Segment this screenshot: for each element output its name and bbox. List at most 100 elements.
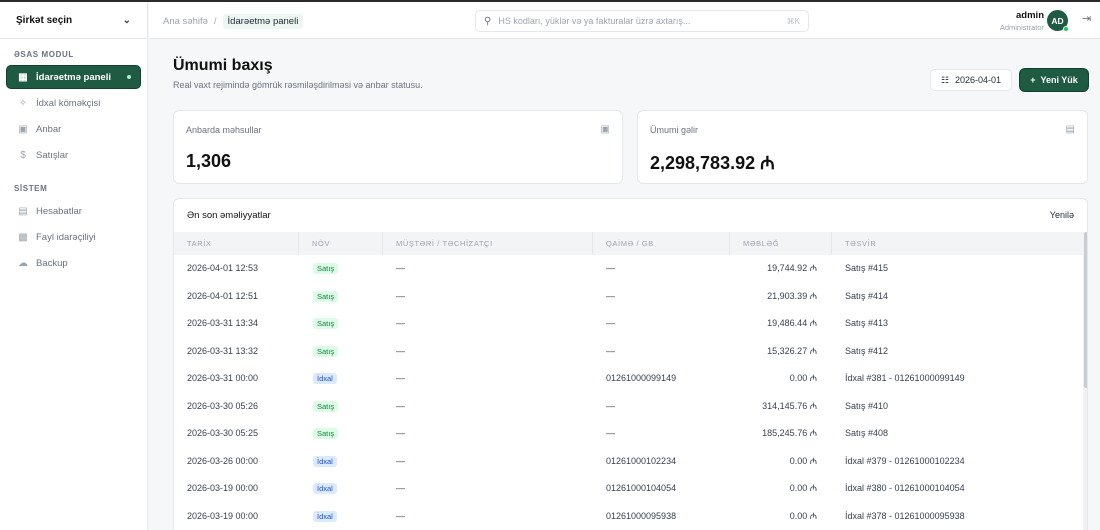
company-selector[interactable]: Şirkət seçin ⌄ [0, 2, 147, 39]
table-row[interactable]: 2026-04-01 12:53 Satış — — 19,744.92 ₼ Satış … [174, 255, 1083, 283]
logout-icon[interactable]: ⇥ [1082, 12, 1091, 25]
archive-icon: ▣ [18, 123, 28, 135]
cell-invoice: — [606, 428, 615, 438]
cell-type: Satış [313, 310, 339, 338]
avatar-initials: AD [1051, 15, 1064, 26]
user-info[interactable]: admin Administrator [1000, 10, 1044, 32]
stat-card-income: Ümumi gəlir 2,298,783.92 ₼ ▤ [637, 110, 1088, 184]
table-row[interactable]: 2026-03-30 05:25 Satış — — 185,245.76 ₼ Satış… [174, 420, 1083, 448]
company-selector-label: Şirkət seçin [16, 14, 73, 26]
column-header-party[interactable]: MÜŞTƏRİ / TƏCHİZATÇI [383, 232, 593, 255]
cell-party: — [396, 345, 405, 356]
cell-invoice: — [606, 263, 615, 273]
sparkle-icon: ✧ [18, 97, 28, 109]
cell-party: — [396, 483, 405, 493]
column-header-type[interactable]: NÖV [299, 232, 383, 255]
column-header-amount[interactable]: MƏBLƏĞ [730, 232, 832, 255]
document-icon: ▤ [18, 205, 28, 217]
sidebar-section-title: SİSTEM [14, 184, 48, 193]
cell-type: Satış [313, 338, 339, 366]
sidebar-item-sales[interactable]: $ Satışlar [7, 144, 140, 166]
sidebar-item-import-assistant[interactable]: ✧ İdxal köməkçisi [7, 92, 140, 114]
date-picker-button[interactable]: ☷ 2026-04-01 [930, 69, 1012, 91]
cell-date: 2026-03-31 00:00 [187, 373, 259, 383]
cell-date: 2026-03-30 05:26 [187, 400, 259, 411]
cell-description: Satış #414 [845, 290, 889, 301]
user-name: admin [1016, 10, 1044, 21]
cell-type: Satış [313, 283, 339, 311]
cell-invoice: — [606, 318, 615, 328]
refresh-button[interactable]: Yenilə [1050, 210, 1074, 220]
sidebar-item-label: Fayl idarəçiliyi [36, 231, 96, 243]
table-row[interactable]: 2026-04-01 12:51 Satış — — 21,903.39 ₼ Satış … [174, 283, 1083, 311]
sidebar-item-dashboard[interactable]: ▦ İdarəetmə paneli [7, 66, 140, 88]
cell-party: — [396, 318, 405, 328]
cell-invoice: — [606, 400, 615, 411]
user-role: Administrator [999, 23, 1044, 32]
type-badge: İdxal [313, 373, 337, 385]
breadcrumb-separator: / [213, 16, 217, 27]
chevron-down-icon: ⌄ [122, 14, 131, 26]
cell-description: İdxal #379 - 01261000102234 [845, 455, 965, 466]
cell-description: İdxal #380 - 01261000104054 [845, 483, 965, 493]
cell-amount: 0.00 ₼ [789, 455, 817, 466]
active-indicator-dot [127, 75, 131, 79]
cell-amount: 0.00 ₼ [789, 510, 817, 521]
column-header-description[interactable]: TƏSVİR [832, 232, 1083, 255]
new-load-button[interactable]: + Yeni Yük [1020, 69, 1088, 91]
archive-icon: ▣ [600, 124, 610, 135]
new-load-label: Yeni Yük [1040, 75, 1078, 85]
cell-amount: 21,903.39 ₼ [767, 290, 817, 301]
table-row[interactable]: 2026-03-30 05:26 Satış — — 314,145.76 ₼ Satış… [174, 393, 1083, 421]
recent-transactions-card: Ən son əməliyyatlar Yenilə TARİX NÖV MÜŞ… [173, 198, 1088, 530]
sidebar-item-warehouse[interactable]: ▣ Anbar [7, 118, 140, 140]
cell-amount: 15,326.27 ₼ [767, 345, 817, 356]
avatar[interactable]: AD [1047, 10, 1069, 32]
table-title: Ən son əməliyyatlar [187, 210, 271, 221]
cell-type: Satış [313, 255, 339, 283]
cell-party: — [396, 290, 405, 301]
type-badge: Satış [313, 290, 339, 302]
dollar-icon: $ [20, 149, 26, 161]
column-header-invoice[interactable]: QAİMƏ / GB [593, 232, 730, 255]
main-content: Ümumi baxış Real vaxt rejimində gömrük r… [149, 40, 1100, 530]
cell-party: — [396, 400, 405, 411]
table-row[interactable]: 2026-03-31 13:34 Satış — — 19,486.44 ₼ Satış … [174, 310, 1083, 338]
sidebar-item-backup[interactable]: ☁ Backup [7, 252, 140, 274]
cell-amount: 314,145.76 ₼ [762, 400, 817, 411]
cell-description: Satış #408 [845, 428, 889, 438]
cell-type: İdxal [313, 475, 337, 503]
type-badge: İdxal [313, 483, 337, 495]
cell-description: İdxal #378 - 01261000095938 [845, 510, 965, 521]
cell-invoice: 01261000104054 [606, 483, 677, 493]
online-status-dot [1063, 26, 1069, 32]
scrollbar-thumb[interactable] [1084, 232, 1087, 388]
page-title: Ümumi baxış [173, 57, 273, 74]
sidebar-item-label: Anbar [36, 123, 62, 135]
page-subtitle: Real vaxt rejimində gömrük rəsmiləşdiril… [173, 80, 423, 90]
cell-description: Satış #412 [845, 345, 889, 356]
banknote-icon: ▤ [1065, 124, 1075, 135]
cell-date: 2026-03-19 00:00 [187, 483, 259, 493]
sidebar-item-reports[interactable]: ▤ Hesabatlar [7, 200, 140, 222]
cell-amount: 0.00 ₼ [789, 483, 817, 493]
stat-card-warehouse: Anbarda məhsullar 1,306 ▣ [173, 110, 623, 184]
table-row[interactable]: 2026-03-19 00:00 İdxal — 01261000095938 0.00… [174, 503, 1083, 530]
table-row[interactable]: 2026-03-19 00:00 İdxal — 01261000104054 0.00… [174, 475, 1083, 503]
sidebar-item-file-management[interactable]: ▩ Fayl idarəçiliyi [7, 226, 140, 248]
table-row[interactable]: 2026-03-26 00:00 İdxal — 01261000102234 0.00… [174, 448, 1083, 476]
search-placeholder: HS kodları, yüklər və ya fakturalar üzrə… [498, 16, 691, 26]
search-input[interactable]: ⚲ HS kodları, yüklər və ya fakturalar üz… [475, 10, 809, 32]
table-scrollbar[interactable] [1083, 232, 1087, 530]
sidebar-item-label: Hesabatlar [36, 205, 82, 217]
table-row[interactable]: 2026-03-31 00:00 İdxal — 01261000099149 0.00… [174, 365, 1083, 393]
date-value: 2026-04-01 [955, 75, 1002, 85]
cell-date: 2026-04-01 12:51 [187, 290, 259, 301]
sidebar-item-label: Satışlar [36, 149, 69, 161]
breadcrumb-home[interactable]: Ana səhifə [163, 16, 208, 27]
column-header-date[interactable]: TARİX [174, 232, 299, 255]
type-badge: Satış [313, 400, 339, 412]
cell-type: İdxal [313, 503, 337, 530]
table-row[interactable]: 2026-03-31 13:32 Satış — — 15,326.27 ₼ Satış … [174, 338, 1083, 366]
grid-icon: ▦ [18, 71, 28, 83]
